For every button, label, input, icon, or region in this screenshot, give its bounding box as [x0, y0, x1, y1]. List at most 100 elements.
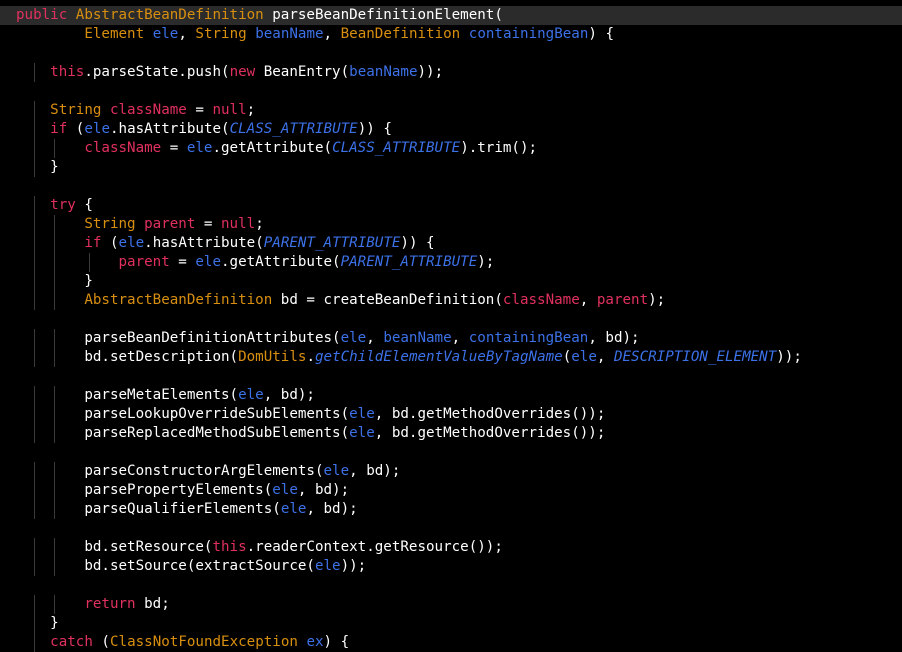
code-line[interactable]	[0, 443, 902, 462]
code-editor[interactable]: public AbstractBeanDefinition parseBeanD…	[0, 0, 902, 652]
code-line[interactable]: parseQualifierElements(ele, bd);	[0, 500, 902, 519]
code-token: , bd.getMethodOverrides());	[374, 425, 606, 441]
code-line[interactable]: className = ele.getAttribute(CLASS_ATTRI…	[0, 139, 902, 158]
code-line[interactable]: if (ele.hasAttribute(PARENT_ATTRIBUTE)) …	[0, 234, 902, 253]
indent-guide	[33, 329, 35, 348]
code-line[interactable]	[0, 177, 902, 196]
code-line[interactable]: }	[0, 272, 902, 291]
code-line[interactable]: }	[0, 614, 902, 633]
code-token: =	[186, 102, 213, 118]
indent-guide	[33, 500, 35, 519]
code-token: ClassNotFoundException	[109, 634, 298, 650]
code-token: Element	[84, 26, 145, 42]
code-token: ele	[349, 406, 375, 422]
code-token: ;	[246, 102, 256, 118]
code-token: ,	[596, 349, 614, 365]
indent-guide	[33, 234, 35, 253]
indent-guide	[53, 215, 55, 234]
code-token: parseBeanDefinitionElement	[272, 7, 495, 23]
code-token: ele	[238, 387, 264, 403]
code-line[interactable]: try {	[0, 196, 902, 215]
code-line[interactable]: Element ele, String beanName, BeanDefini…	[0, 25, 902, 44]
indent-guide	[33, 120, 35, 139]
indent-guide	[53, 424, 55, 443]
code-token: parent	[144, 216, 196, 232]
code-token: ;	[255, 216, 264, 232]
code-token: ex	[306, 634, 324, 650]
indent-guide	[53, 500, 55, 519]
code-token: );	[648, 292, 666, 308]
code-line[interactable]: bd.setDescription(DomUtils.getChildEleme…	[0, 348, 902, 367]
code-token: PARENT_ATTRIBUTE	[263, 235, 401, 251]
code-line[interactable]: if (ele.hasAttribute(CLASS_ATTRIBUTE)) {	[0, 120, 902, 139]
code-token: null	[221, 216, 256, 232]
code-line[interactable]: parseReplacedMethodSubElements(ele, bd.g…	[0, 424, 902, 443]
code-token: ele	[314, 558, 341, 574]
code-line[interactable]: parent = ele.getAttribute(PARENT_ATTRIBU…	[0, 253, 902, 272]
code-token: return	[84, 596, 136, 612]
code-line[interactable]: this.parseState.push(new BeanEntry(beanN…	[0, 63, 902, 82]
code-token: .hasAttribute(	[109, 121, 230, 137]
indent-guide	[53, 348, 55, 367]
code-line[interactable]	[0, 310, 902, 329]
indent-guide	[33, 633, 35, 652]
code-line[interactable]	[0, 519, 902, 538]
code-token: parseLookupOverrideSubElements(	[84, 406, 350, 422]
code-token: containingBean	[468, 26, 589, 42]
code-line[interactable]	[0, 82, 902, 101]
code-token: if	[50, 121, 68, 137]
code-token: DESCRIPTION_ELEMENT	[613, 349, 777, 365]
indent-guide	[33, 557, 35, 576]
code-token: ));	[340, 558, 367, 574]
code-token: parseQualifierElements(	[84, 501, 281, 517]
indent-guide	[33, 272, 35, 291]
code-line[interactable]: parseMetaElements(ele, bd);	[0, 386, 902, 405]
code-token: parseConstructorArgElements(	[84, 463, 324, 479]
code-token: beanName	[255, 26, 324, 42]
code-token: parent	[596, 292, 649, 308]
code-line[interactable]	[0, 367, 902, 386]
code-line[interactable]: String parent = null;	[0, 215, 902, 234]
code-line[interactable]: return bd;	[0, 595, 902, 614]
code-token: if	[84, 235, 102, 251]
indent-guide	[53, 329, 55, 348]
code-token: AbstractBeanDefinition	[84, 292, 273, 308]
indent-guide	[33, 158, 35, 177]
indent-guide	[53, 462, 55, 481]
code-line[interactable]	[0, 576, 902, 595]
code-line[interactable]: parseLookupOverrideSubElements(ele, bd.g…	[0, 405, 902, 424]
code-token: , bd);	[297, 482, 350, 498]
code-token: )) {	[400, 235, 435, 251]
code-line[interactable]: bd.setResource(this.readerContext.getRes…	[0, 538, 902, 557]
code-token: className	[109, 102, 187, 118]
code-line[interactable]: String className = null;	[0, 101, 902, 120]
code-line[interactable]	[0, 44, 902, 63]
code-line[interactable]: parsePropertyElements(ele, bd);	[0, 481, 902, 500]
code-token: parent	[118, 254, 170, 270]
code-line[interactable]: public AbstractBeanDefinition parseBeanD…	[0, 6, 902, 25]
code-token: BeanDefinition	[340, 26, 461, 42]
code-line[interactable]: parseBeanDefinitionAttributes(ele, beanN…	[0, 329, 902, 348]
code-token: ele	[186, 140, 213, 156]
code-line[interactable]: }	[0, 158, 902, 177]
code-token: try	[50, 197, 76, 213]
code-line[interactable]: bd.setSource(extractSource(ele));	[0, 557, 902, 576]
code-token: ele	[340, 330, 367, 346]
code-line[interactable]: parseConstructorArgElements(ele, bd);	[0, 462, 902, 481]
code-token: }	[50, 615, 59, 631]
code-line[interactable]: catch (ClassNotFoundException ex) {	[0, 633, 902, 652]
indent-guide	[33, 139, 35, 158]
code-token: CLASS_ATTRIBUTE	[229, 121, 358, 137]
code-token: .getAttribute(	[212, 140, 333, 156]
code-line[interactable]: AbstractBeanDefinition bd = createBeanDe…	[0, 291, 902, 310]
